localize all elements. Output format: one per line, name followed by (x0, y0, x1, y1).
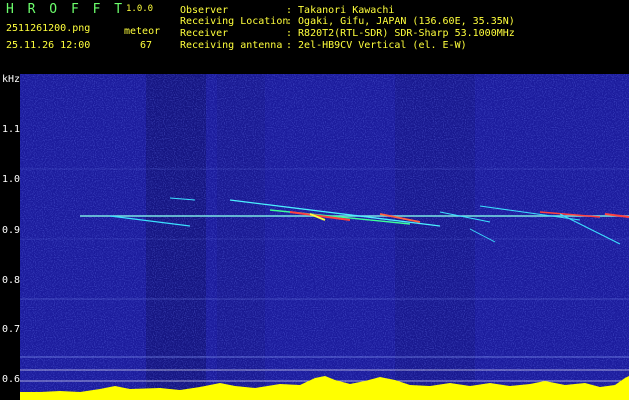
app-version: 1.0.0 (126, 4, 154, 14)
location-value: : Ogaki, Gifu, JAPAN (136.60E, 35.35N) (286, 16, 515, 27)
noise-texture (20, 74, 629, 400)
spectrogram (20, 74, 629, 400)
freq-tick-0.8: 0.8 (2, 275, 21, 286)
receiver-key: Receiver (180, 28, 229, 39)
freq-tick-1.0: 1.0 (2, 174, 21, 185)
file-datetime: 25.11.26 12:00 (6, 40, 91, 51)
meteor-count: 67 (140, 40, 153, 51)
app-name: H R O F F T (6, 2, 126, 17)
observer-key: Observer (180, 5, 229, 16)
file-name: 2511261200.png (6, 23, 91, 34)
spectrogram-canvas (20, 74, 629, 400)
observer-value: : Takanori Kawachi (286, 5, 395, 16)
freq-tick-0.9: 0.9 (2, 225, 21, 236)
location-key: Receiving Location (180, 16, 289, 27)
header: H R O F F T 1.0.0 2511261200.png 25.11.2… (0, 0, 629, 74)
y-axis-unit: kHz (2, 74, 21, 85)
antenna-value: : 2el-HB9CV Vertical (el. E-W) (286, 40, 467, 51)
freq-tick-1.1: 1.1 (2, 124, 21, 135)
freq-tick-0.6: 0.6 (2, 374, 21, 385)
freq-tick-0.7: 0.7 (2, 324, 21, 335)
meteor-label: meteor (124, 26, 161, 37)
antenna-key: Receiving antenna (180, 40, 283, 51)
receiver-value: : R820T2(RTL-SDR) SDR-Sharp 53.1000MHz (286, 28, 515, 39)
